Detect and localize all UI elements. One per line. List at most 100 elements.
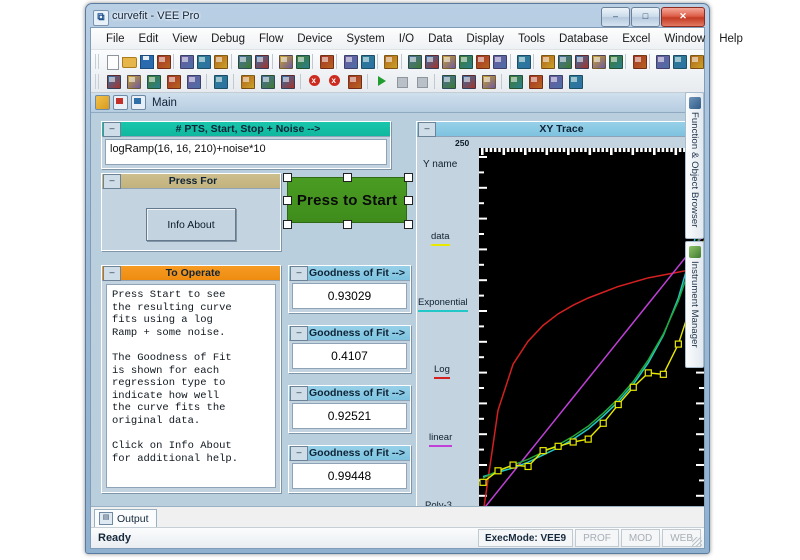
new-icon[interactable] bbox=[103, 52, 119, 70]
goodness-of-fit-panel-2[interactable]: – Goodness of Fit --> 0.4107 bbox=[288, 325, 411, 373]
waveform-icon[interactable] bbox=[278, 72, 297, 90]
minimize-icon[interactable]: – bbox=[290, 325, 308, 341]
legend-item-data[interactable]: data bbox=[431, 231, 450, 246]
xy-trace-panel[interactable]: – XY Trace Y name data Exponential Log l… bbox=[416, 121, 704, 506]
selection-handle-se[interactable] bbox=[404, 220, 413, 229]
side-tab-instrument-manager[interactable]: Instrument Manager bbox=[685, 241, 704, 368]
selection-handle-e[interactable] bbox=[404, 196, 413, 205]
goodness-of-fit-panel-1[interactable]: – Goodness of Fit --> 0.93029 bbox=[288, 265, 411, 313]
goodness-of-fit-panel-3[interactable]: – Goodness of Fit --> 0.92521 bbox=[288, 385, 411, 433]
press-for-panel[interactable]: – Press For Info About bbox=[101, 173, 281, 251]
menu-view[interactable]: View bbox=[165, 31, 204, 47]
menu-tools[interactable]: Tools bbox=[511, 31, 552, 47]
detail-view-icon[interactable] bbox=[405, 52, 423, 70]
minimize-icon[interactable]: – bbox=[290, 385, 308, 401]
window-icon[interactable] bbox=[687, 52, 705, 70]
paste-icon[interactable] bbox=[211, 52, 229, 70]
menu-help[interactable]: Help bbox=[712, 31, 750, 47]
record-icon[interactable] bbox=[124, 72, 143, 90]
align-left-icon[interactable] bbox=[514, 52, 531, 70]
menu-debug[interactable]: Debug bbox=[204, 31, 252, 47]
step-over-icon[interactable] bbox=[459, 72, 478, 90]
detail-view-icon[interactable] bbox=[131, 95, 146, 110]
menu-excel[interactable]: Excel bbox=[615, 31, 657, 47]
selection-handle-ne[interactable] bbox=[404, 173, 413, 182]
legend-item-linear[interactable]: linear bbox=[429, 432, 453, 447]
selection-handle-sw[interactable] bbox=[283, 220, 292, 229]
side-tab-function-object-browser[interactable]: Function & Object Browser bbox=[685, 92, 704, 239]
menu-io[interactable]: I/O bbox=[392, 31, 421, 47]
find-next-icon[interactable] bbox=[358, 52, 375, 70]
menu-data[interactable]: Data bbox=[421, 31, 459, 47]
minimize-icon[interactable]: – bbox=[103, 173, 121, 189]
add-object-icon[interactable] bbox=[456, 52, 474, 70]
menu-device[interactable]: Device bbox=[290, 31, 339, 47]
selection-handle-n[interactable] bbox=[343, 173, 352, 182]
list-icon[interactable] bbox=[473, 52, 491, 70]
xy-icon[interactable] bbox=[238, 72, 257, 90]
clock-icon[interactable] bbox=[490, 52, 508, 70]
align-center-icon[interactable] bbox=[538, 52, 555, 70]
object-icon[interactable] bbox=[439, 52, 457, 70]
find-prev-icon[interactable] bbox=[546, 72, 565, 90]
menu-display[interactable]: Display bbox=[459, 31, 511, 47]
minimize-button[interactable]: – bbox=[601, 7, 630, 27]
minimize-icon[interactable]: – bbox=[290, 265, 308, 281]
resize-grip[interactable] bbox=[692, 537, 702, 547]
legend-item-log[interactable]: Log bbox=[434, 364, 450, 379]
to-operate-panel[interactable]: – To Operate Press Start to see the resu… bbox=[101, 265, 281, 493]
print-icon[interactable] bbox=[154, 52, 171, 70]
close-button[interactable]: ✕ bbox=[661, 7, 705, 27]
hand-icon[interactable] bbox=[506, 72, 525, 90]
report-icon[interactable] bbox=[653, 52, 671, 70]
align-right-icon[interactable] bbox=[555, 52, 572, 70]
panel-view-icon[interactable] bbox=[113, 95, 128, 110]
formula-panel[interactable]: – # PTS, Start, Stop + Noise --> logRamp… bbox=[101, 121, 391, 169]
panel-view-icon[interactable] bbox=[381, 52, 399, 70]
selection-handle-s[interactable] bbox=[343, 220, 352, 229]
copy-icon[interactable] bbox=[194, 52, 212, 70]
find-next2-icon[interactable] bbox=[566, 72, 585, 90]
zoom-icon[interactable] bbox=[317, 52, 334, 70]
menu-file[interactable]: File bbox=[99, 31, 132, 47]
work-tab-bar[interactable]: Main ▾ bbox=[91, 93, 704, 113]
step-out-icon[interactable] bbox=[479, 72, 498, 90]
start-button-wrapper[interactable]: Press to Start bbox=[281, 171, 413, 229]
probe-icon[interactable] bbox=[345, 72, 364, 90]
output-tab[interactable]: ▤ Output bbox=[94, 509, 157, 527]
step-into-icon[interactable] bbox=[439, 72, 458, 90]
undo-icon[interactable] bbox=[235, 52, 253, 70]
redo-icon[interactable] bbox=[252, 52, 270, 70]
formula-input[interactable]: logRamp(16, 16, 210)+noise*10 bbox=[105, 139, 387, 165]
delete-line-icon[interactable] bbox=[293, 52, 310, 70]
save-icon[interactable] bbox=[137, 52, 154, 70]
minimize-icon[interactable]: – bbox=[103, 265, 121, 281]
panel-icon[interactable] bbox=[211, 72, 230, 90]
stop-icon[interactable] bbox=[412, 72, 431, 90]
menu-window[interactable]: Window bbox=[657, 31, 712, 47]
open-icon[interactable] bbox=[120, 52, 137, 70]
pause-icon[interactable] bbox=[392, 72, 411, 90]
marker-icon[interactable] bbox=[144, 72, 163, 90]
menu-flow[interactable]: Flow bbox=[252, 31, 290, 47]
formula-icon[interactable] bbox=[104, 72, 123, 90]
info-about-button[interactable]: Info About bbox=[146, 208, 236, 241]
title-bar[interactable]: ⧉ curvefit - VEE Pro – □ ✕ bbox=[90, 7, 705, 29]
display-icon[interactable] bbox=[670, 52, 688, 70]
cut-icon[interactable] bbox=[177, 52, 195, 70]
maximize-button[interactable]: □ bbox=[631, 7, 660, 27]
run-icon[interactable] bbox=[372, 72, 391, 90]
press-to-start-button[interactable]: Press to Start bbox=[287, 177, 407, 223]
chart-plot-area[interactable] bbox=[479, 148, 704, 506]
align-top-icon[interactable] bbox=[572, 52, 589, 70]
web-icon[interactable] bbox=[630, 52, 647, 70]
minimize-icon[interactable]: – bbox=[418, 121, 436, 137]
menu-database[interactable]: Database bbox=[552, 31, 615, 47]
align-middle-icon[interactable] bbox=[589, 52, 606, 70]
selection-handle-nw[interactable] bbox=[283, 173, 292, 182]
toolbar-grip[interactable] bbox=[95, 53, 101, 69]
goodness-of-fit-panel-4[interactable]: – Goodness of Fit --> 0.99448 bbox=[288, 445, 411, 493]
strip-icon[interactable] bbox=[258, 72, 277, 90]
menu-system[interactable]: System bbox=[339, 31, 391, 47]
toolbar-grip[interactable] bbox=[95, 73, 101, 89]
